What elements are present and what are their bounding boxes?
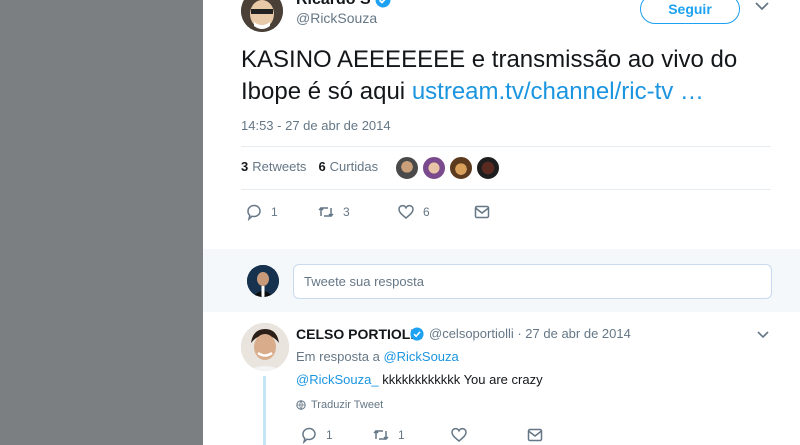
translate-label: Traduzir Tweet [311, 399, 384, 411]
reply-author-name[interactable]: CELSO PORTIOLLI [296, 326, 423, 342]
like-action[interactable] [450, 426, 526, 444]
reply-date[interactable]: 27 de abr de 2014 [525, 326, 631, 341]
like-icon [451, 427, 467, 442]
tweet-link[interactable]: ustream.tv/channel/ric-tv … [412, 78, 704, 105]
reply-actions: 1 1 [300, 426, 544, 444]
in-reply-handle[interactable]: @RickSouza [383, 349, 458, 364]
tweet-actions: 1 3 6 [245, 203, 491, 221]
reply-action[interactable]: 1 [245, 203, 317, 221]
retweet-count: 1 [398, 428, 405, 442]
dm-action[interactable] [526, 426, 544, 444]
reply-meta: @celsoportiolli · 27 de abr de 2014 [429, 326, 631, 341]
reply-author-handle[interactable]: @celsoportiolli [429, 326, 514, 341]
liker-avatar[interactable] [422, 156, 446, 180]
in-reply-to: Em resposta a @RickSouza [296, 349, 459, 364]
reply-count: 1 [271, 205, 278, 219]
likes-count[interactable]: 6 [318, 159, 325, 174]
verified-icon [410, 327, 424, 341]
reply-composer: Tweete sua resposta [203, 249, 800, 312]
likes-label[interactable]: Curtidas [330, 159, 378, 174]
likers-avatars [395, 156, 503, 180]
liker-avatar[interactable] [476, 156, 500, 180]
reply-mention[interactable]: @RickSouza_ [296, 372, 379, 387]
dm-icon [474, 205, 490, 219]
retweet-action[interactable]: 3 [317, 203, 397, 221]
reply-author-avatar[interactable] [241, 323, 289, 371]
reply-input-placeholder: Tweete sua resposta [304, 274, 424, 289]
reply-icon [302, 427, 316, 444]
divider [241, 189, 771, 190]
follow-button[interactable]: Seguir [640, 0, 740, 24]
retweets-label[interactable]: Retweets [252, 159, 306, 174]
meta-separator: · [513, 326, 526, 341]
verified-icon [375, 0, 391, 8]
reply-icon [247, 204, 261, 221]
tweet-timestamp[interactable]: 14:53 - 27 de abr de 2014 [241, 118, 391, 133]
author-handle[interactable]: @RickSouza [296, 10, 377, 26]
retweet-action[interactable]: 1 [372, 426, 450, 444]
retweet-icon [373, 429, 389, 441]
chevron-down-icon[interactable] [754, 0, 770, 12]
divider [241, 146, 771, 147]
viewer-avatar[interactable] [247, 265, 279, 297]
in-reply-prefix: Em resposta a [296, 349, 384, 364]
author-name[interactable]: Ricardo S [296, 0, 371, 9]
chevron-down-icon[interactable] [756, 330, 770, 340]
reply-action[interactable]: 1 [300, 426, 372, 444]
tweet-text: KASINO AEEEEEEE e transmissão ao vivo do… [241, 44, 761, 108]
reply-count: 1 [326, 428, 333, 442]
reply-text: @RickSouza_ kkkkkkkkkkkk You are crazy [296, 372, 543, 387]
retweet-icon [318, 206, 334, 218]
tweet-stats: 3 Retweets 6 Curtidas [241, 159, 378, 174]
dm-icon [527, 428, 543, 442]
retweets-count[interactable]: 3 [241, 159, 248, 174]
like-count: 6 [423, 205, 430, 219]
tweet-panel: Ricardo S @RickSouza Seguir KASINO AEEEE… [203, 0, 800, 445]
liker-avatar[interactable] [395, 156, 419, 180]
dm-action[interactable] [473, 203, 491, 221]
translate-tweet[interactable]: Traduzir Tweet [296, 399, 383, 411]
like-action[interactable]: 6 [397, 203, 473, 221]
liker-avatar[interactable] [449, 156, 473, 180]
globe-icon [296, 400, 306, 410]
retweet-count: 3 [343, 205, 350, 219]
reply-text-body: kkkkkkkkkkkk You are crazy [378, 372, 543, 387]
author-avatar[interactable] [241, 0, 283, 32]
like-icon [398, 204, 414, 219]
reply-input[interactable]: Tweete sua resposta [293, 264, 772, 299]
thread-line [263, 376, 266, 445]
